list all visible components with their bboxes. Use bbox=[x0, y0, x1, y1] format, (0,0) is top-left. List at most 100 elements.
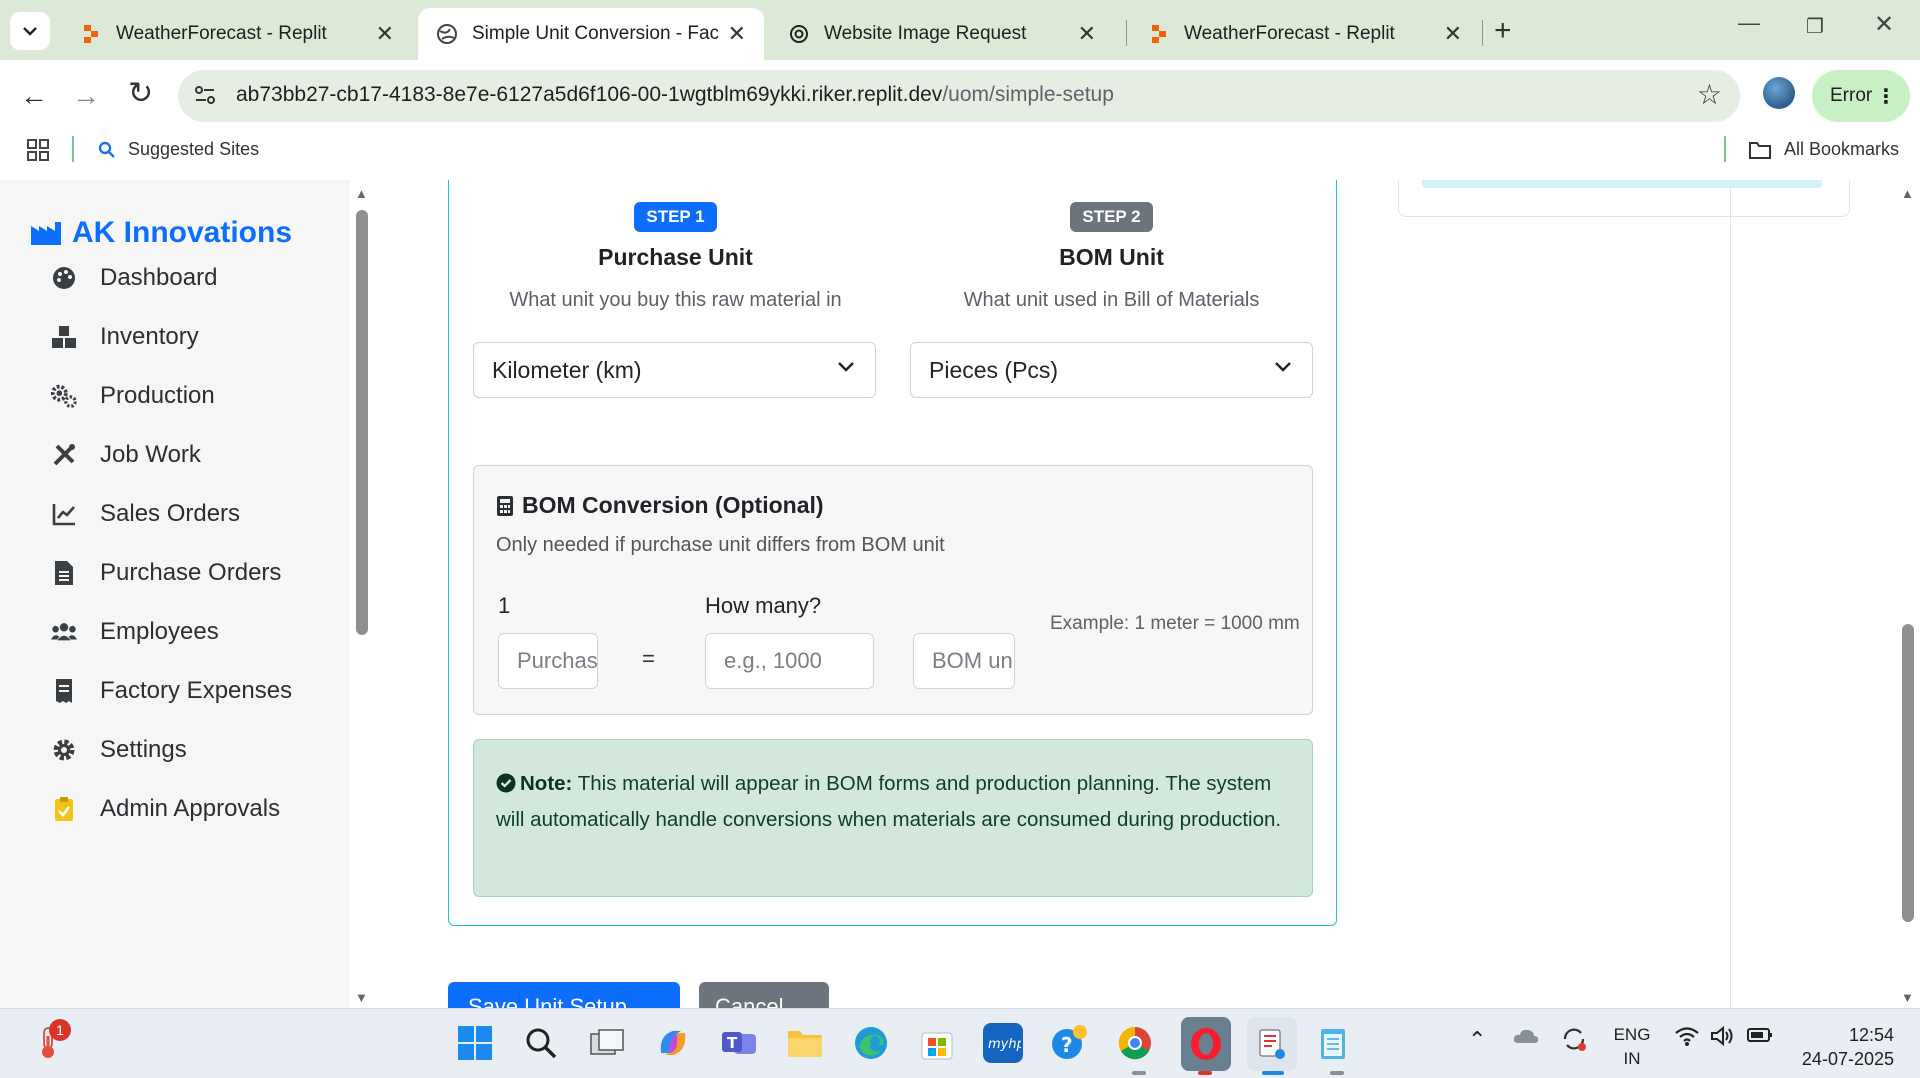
edge-browser-icon[interactable] bbox=[851, 1023, 891, 1063]
brand[interactable]: AK Innovations bbox=[30, 216, 292, 250]
save-unit-setup-button[interactable]: Save Unit Setup bbox=[448, 982, 680, 1008]
battery-icon[interactable] bbox=[1746, 1025, 1774, 1050]
conversion-subtitle: Only needed if purchase unit differs fro… bbox=[496, 534, 945, 556]
bom-unit-placeholder: BOM unit bbox=[932, 648, 1015, 673]
step2-badge: STEP 2 bbox=[1070, 202, 1153, 232]
close-tab-icon[interactable]: ✕ bbox=[1444, 21, 1462, 47]
cancel-label: Cancel bbox=[715, 994, 784, 1008]
onedrive-cloud-icon[interactable] bbox=[1512, 1025, 1540, 1050]
sidebar-item-inventory[interactable]: Inventory bbox=[50, 317, 199, 357]
sidebar-item-employees[interactable]: Employees bbox=[50, 612, 219, 652]
restore-icon[interactable]: ❐ bbox=[1806, 14, 1824, 39]
page-scroll-down-icon[interactable]: ▼ bbox=[1901, 990, 1914, 1005]
close-tab-icon[interactable]: ✕ bbox=[728, 21, 746, 47]
receipt-icon bbox=[50, 677, 78, 705]
replit-icon bbox=[1152, 25, 1166, 43]
calculator-icon bbox=[497, 495, 513, 516]
cogs-icon bbox=[50, 382, 78, 410]
back-arrow-icon[interactable]: ← bbox=[20, 80, 48, 112]
sidebar-item-settings[interactable]: Settings bbox=[50, 730, 187, 770]
step2-title: BOM Unit bbox=[1059, 244, 1164, 270]
sync-icon[interactable] bbox=[1560, 1025, 1588, 1058]
windows-start-icon[interactable] bbox=[455, 1023, 495, 1063]
apps-grid-icon[interactable] bbox=[26, 138, 50, 162]
language-indicator[interactable]: ENG IN bbox=[1610, 1023, 1654, 1071]
wifi-icon[interactable] bbox=[1674, 1025, 1700, 1052]
notepad-running-indicator bbox=[1330, 1071, 1344, 1075]
system-clock[interactable]: 12:54 24-07-2025 bbox=[1794, 1023, 1894, 1071]
address-bar[interactable]: ab73bb27-cb17-4183-8e7e-6127a5d6f106-00-… bbox=[178, 70, 1740, 122]
tab-simple-unit-conversion[interactable]: Simple Unit Conversion - Factory ✕ bbox=[418, 8, 764, 60]
check-circle-icon bbox=[496, 773, 516, 793]
sidebar-item-label: Purchase Orders bbox=[100, 559, 282, 586]
palette-icon bbox=[50, 264, 78, 292]
browser-tab-strip: WeatherForecast - Replit ✕ Simple Unit C… bbox=[0, 0, 1920, 60]
tab-website-image-request[interactable]: Website Image Request ✕ bbox=[770, 8, 1114, 60]
sidebar-scroll-down-icon[interactable]: ▼ bbox=[355, 990, 368, 1005]
bookmark-label: Suggested Sites bbox=[128, 139, 260, 159]
bom-unit-display-input[interactable]: BOM unit bbox=[913, 633, 1015, 689]
reload-icon[interactable]: ↻ bbox=[128, 76, 153, 111]
quantity-placeholder: e.g., 1000 bbox=[724, 648, 822, 673]
sidebar-item-production[interactable]: Production bbox=[50, 376, 215, 416]
error-button[interactable]: Error ⋮ bbox=[1812, 70, 1910, 122]
purchase-unit-select[interactable]: Kilometer (km) bbox=[473, 342, 876, 398]
teams-icon[interactable]: T bbox=[719, 1023, 759, 1063]
conversion-factor-input[interactable]: e.g., 1000 bbox=[705, 633, 874, 689]
page-scrollbar-thumb[interactable] bbox=[1902, 624, 1914, 922]
tab-weatherforecast-1[interactable]: WeatherForecast - Replit ✕ bbox=[62, 8, 412, 60]
tab-weatherforecast-2[interactable]: WeatherForecast - Replit ✕ bbox=[1130, 8, 1480, 60]
sidebar-item-factory-expenses[interactable]: Factory Expenses bbox=[50, 671, 292, 711]
forward-arrow-icon[interactable]: → bbox=[72, 80, 100, 112]
folder-icon bbox=[1749, 141, 1771, 159]
copilot-icon[interactable] bbox=[653, 1023, 693, 1063]
profile-avatar[interactable] bbox=[1763, 77, 1795, 109]
help-tips-icon[interactable]: ? bbox=[1049, 1023, 1089, 1063]
site-info-icon bbox=[195, 86, 215, 104]
close-window-icon[interactable]: ✕ bbox=[1874, 10, 1894, 39]
conversion-title-text: BOM Conversion (Optional) bbox=[522, 492, 824, 518]
bookmark-all[interactable]: All Bookmarks bbox=[1748, 139, 1899, 160]
chevron-down-icon bbox=[23, 27, 37, 36]
main-content: STEP 1 Purchase Unit What unit you buy t… bbox=[370, 180, 1900, 1008]
opera-icon[interactable] bbox=[1181, 1017, 1231, 1071]
notification-count-badge: 1 bbox=[49, 1019, 71, 1041]
minimize-icon[interactable]: — bbox=[1738, 10, 1760, 36]
step2-subtitle: What unit used in Bill of Materials bbox=[963, 289, 1260, 311]
bookmark-suggested-sites[interactable]: Suggested Sites bbox=[98, 139, 259, 160]
microsoft-store-icon[interactable] bbox=[917, 1023, 957, 1063]
new-tab-plus-icon[interactable]: + bbox=[1494, 14, 1512, 48]
boxes-icon bbox=[50, 323, 78, 351]
volume-icon[interactable] bbox=[1710, 1025, 1736, 1052]
sidebar-item-sales-orders[interactable]: Sales Orders bbox=[50, 494, 240, 534]
page-scroll-up-icon[interactable]: ▲ bbox=[1901, 186, 1914, 201]
sidebar-scrollbar-thumb[interactable] bbox=[356, 210, 368, 635]
task-view-icon[interactable] bbox=[587, 1023, 627, 1063]
error-label: Error bbox=[1830, 85, 1873, 106]
purchase-unit-placeholder: Purchase unit bbox=[517, 648, 598, 673]
sidebar-item-admin-approvals[interactable]: Admin Approvals bbox=[50, 789, 280, 829]
snipping-tool-icon[interactable] bbox=[1247, 1017, 1297, 1071]
sidebar-item-dashboard[interactable]: Dashboard bbox=[50, 258, 217, 298]
notepad-icon[interactable] bbox=[1313, 1023, 1353, 1063]
purchase-unit-display-input[interactable]: Purchase unit bbox=[498, 633, 598, 689]
tab-search-button[interactable] bbox=[10, 12, 50, 50]
sidebar-item-purchase-orders[interactable]: Purchase Orders bbox=[50, 553, 281, 593]
sidebar-scroll-up-icon[interactable]: ▲ bbox=[355, 186, 368, 201]
bom-unit-select[interactable]: Pieces (Pcs) bbox=[910, 342, 1313, 398]
sidebar-item-job-work[interactable]: Job Work bbox=[50, 435, 201, 475]
search-icon[interactable] bbox=[521, 1023, 561, 1063]
url-host: ab73bb27-cb17-4183-8e7e-6127a5d6f106-00-… bbox=[236, 83, 943, 106]
tab-title: WeatherForecast - Replit bbox=[1184, 23, 1395, 44]
close-tab-icon[interactable]: ✕ bbox=[376, 21, 394, 47]
show-hidden-icons-chevron-icon[interactable]: ⌃ bbox=[1468, 1027, 1486, 1053]
myhp-icon[interactable]: myhp bbox=[983, 1023, 1023, 1063]
sidebar-item-label: Factory Expenses bbox=[100, 677, 293, 704]
close-tab-icon[interactable]: ✕ bbox=[1078, 21, 1096, 47]
tab-title: Website Image Request bbox=[824, 23, 1027, 44]
chrome-icon[interactable] bbox=[1115, 1023, 1155, 1063]
file-explorer-icon[interactable] bbox=[785, 1023, 825, 1063]
cancel-button[interactable]: Cancel bbox=[699, 982, 829, 1008]
file-icon bbox=[50, 559, 78, 587]
bookmark-star-icon[interactable]: ☆ bbox=[1697, 78, 1722, 111]
